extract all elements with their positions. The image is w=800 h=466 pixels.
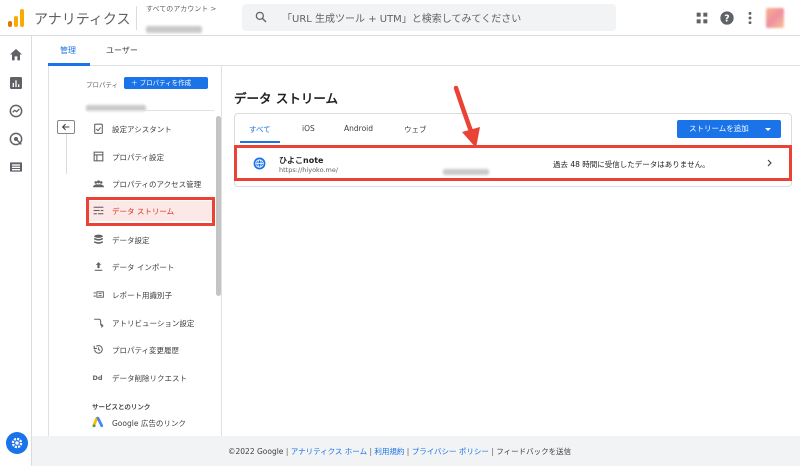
svg-text:Dd: Dd xyxy=(93,374,103,382)
menu-label: データ設定 xyxy=(112,236,150,245)
section-header: サービスとのリンク xyxy=(92,403,151,411)
back-button[interactable] xyxy=(57,120,75,134)
people-icon xyxy=(93,180,104,188)
highlight-box xyxy=(86,197,215,226)
divider xyxy=(48,66,49,436)
menu-label: プロパティ変更履歴 xyxy=(112,346,180,355)
list-icon[interactable] xyxy=(8,159,24,175)
stream-status: 過去 48 時間に受信したデータはありません。 xyxy=(553,160,710,169)
tab-ios[interactable]: iOS xyxy=(302,124,315,133)
avatar[interactable] xyxy=(766,8,784,28)
menu-label: レポート用識別子 xyxy=(112,291,172,300)
search-input[interactable]: 「URL 生成ツール + UTM」と検索してみてください xyxy=(282,10,521,25)
annotation-arrow-icon xyxy=(453,85,480,148)
property-label: プロパティ xyxy=(86,81,119,89)
menu-label: データ削除リクエスト xyxy=(112,374,187,383)
property-selector-redacted[interactable] xyxy=(86,96,146,115)
explore-icon[interactable] xyxy=(8,103,24,119)
advertising-icon[interactable] xyxy=(8,131,24,147)
tab-indicator xyxy=(48,63,90,66)
create-property-button[interactable]: ＋ プロパティを作成 xyxy=(124,77,208,89)
account-name-redacted[interactable] xyxy=(146,18,202,37)
tab-indicator xyxy=(240,141,280,143)
menu-label: データ インポート xyxy=(112,263,175,272)
footer-link-analytics-home[interactable]: アナリティクス ホーム xyxy=(291,447,367,456)
add-stream-label: ストリームを追加 xyxy=(689,124,749,133)
home-icon[interactable] xyxy=(8,47,24,63)
menu-label: 設定アシスタント xyxy=(112,125,172,134)
attribution-icon xyxy=(94,318,104,328)
globe-icon xyxy=(253,157,266,170)
nav-rail xyxy=(0,36,32,466)
menu-item-data-settings[interactable]: データ設定 xyxy=(86,230,214,250)
dd-icon: Dd xyxy=(93,374,103,382)
arrow-left-icon xyxy=(61,123,70,131)
divider xyxy=(221,66,222,436)
menu-item-property-access[interactable]: プロパティのアクセス管理 xyxy=(86,174,214,194)
tab-web[interactable]: ウェブ xyxy=(404,124,427,135)
help-icon[interactable]: ? xyxy=(719,10,735,26)
admin-tabs: 管理 ユーザー xyxy=(48,36,800,66)
menu-item-property-settings[interactable]: プロパティ設定 xyxy=(86,147,214,167)
menu-label: プロパティのアクセス管理 xyxy=(112,180,202,189)
menu-label: アトリビューション設定 xyxy=(112,319,195,328)
tab-android[interactable]: Android xyxy=(344,124,373,133)
admin-settings-button[interactable] xyxy=(6,432,28,454)
apps-grid-icon[interactable] xyxy=(694,10,710,26)
svg-text:?: ? xyxy=(724,13,729,24)
menu-item-setup-assistant[interactable]: 設定アシスタント xyxy=(86,119,214,139)
gear-icon xyxy=(11,437,23,449)
app-title: アナリティクス xyxy=(34,12,131,28)
upload-icon xyxy=(94,262,103,271)
footer-link-terms[interactable]: 利用規約 xyxy=(374,447,404,456)
reports-icon[interactable] xyxy=(8,75,24,91)
clipboard-check-icon xyxy=(94,123,103,134)
divider xyxy=(66,134,67,174)
menu-item-change-history[interactable]: プロパティ変更履歴 xyxy=(86,340,214,360)
tab-users[interactable]: ユーザー xyxy=(106,45,138,56)
top-bar: アナリティクス すべてのアカウント > 「URL 生成ツール + UTM」と検索… xyxy=(0,0,800,36)
more-vert-icon[interactable] xyxy=(742,10,758,26)
menu-label: Google 広告のリンク xyxy=(112,419,186,428)
menu-item-attribution-settings[interactable]: アトリビューション設定 xyxy=(86,313,214,333)
identifier-icon xyxy=(93,291,104,298)
chevron-down-icon xyxy=(765,128,771,131)
add-stream-button[interactable]: ストリームを追加 xyxy=(677,120,781,138)
tab-all[interactable]: すべて xyxy=(249,124,271,135)
stream-id-redacted xyxy=(443,160,489,179)
tab-admin[interactable]: 管理 xyxy=(60,45,76,56)
menu-item-reporting-identity[interactable]: レポート用識別子 xyxy=(86,285,214,305)
search-bar[interactable]: 「URL 生成ツール + UTM」と検索してみてください xyxy=(242,4,616,31)
menu-item-data-import[interactable]: データ インポート xyxy=(86,257,214,277)
divider xyxy=(136,6,137,30)
menu-item-data-deletion[interactable]: Dd データ削除リクエスト xyxy=(86,368,214,388)
footer-links: ©2022 Google | アナリティクス ホーム | 利用規約 | プライバ… xyxy=(228,447,572,456)
menu-label: プロパティ設定 xyxy=(112,153,165,162)
stream-row[interactable]: ひよこnote https://hiyoko.me/ 過去 48 時間に受信した… xyxy=(234,145,792,181)
database-icon xyxy=(94,234,103,244)
chevron-right-icon[interactable] xyxy=(765,158,774,168)
page-title: データ ストリーム xyxy=(234,91,338,106)
copyright: ©2022 Google xyxy=(228,447,284,456)
history-icon xyxy=(93,345,103,354)
analytics-logo-icon[interactable] xyxy=(8,9,24,27)
footer-link-privacy[interactable]: プライバシー ポリシー xyxy=(412,447,489,456)
account-breadcrumb[interactable]: すべてのアカウント > xyxy=(146,4,216,14)
google-ads-icon xyxy=(92,416,104,428)
menu-item-google-ads-links[interactable]: Google 広告のリンク xyxy=(86,413,214,433)
stream-url: https://hiyoko.me/ xyxy=(279,166,339,174)
feedback-link[interactable]: フィードバックを送信 xyxy=(496,447,571,456)
document-icon xyxy=(93,151,104,162)
stream-name: ひよこnote xyxy=(279,156,324,165)
search-icon xyxy=(255,11,267,23)
divider xyxy=(86,110,214,111)
